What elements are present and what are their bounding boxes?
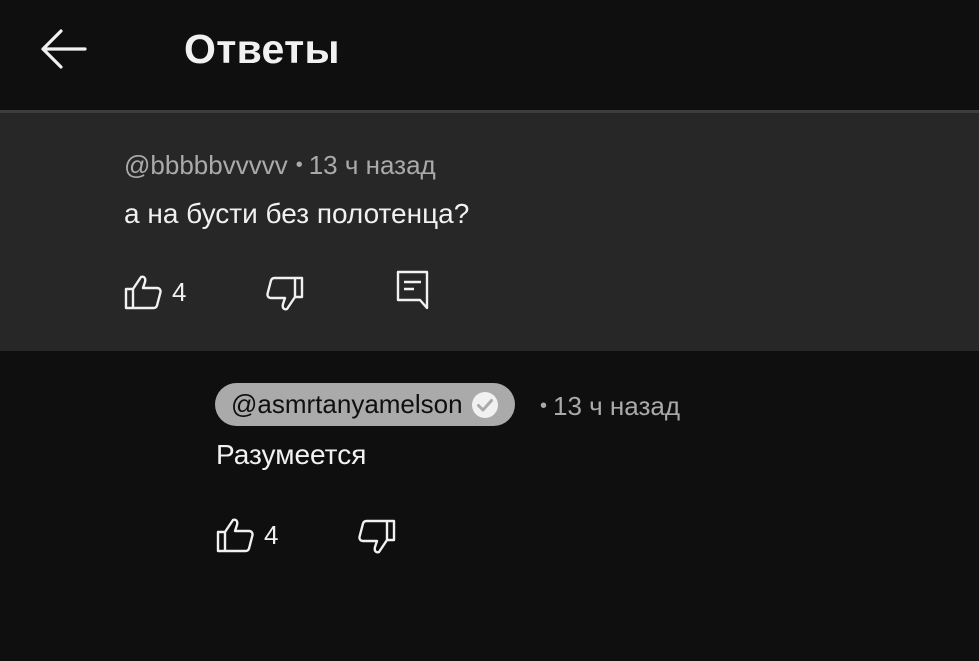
meta-separator: • <box>540 395 548 417</box>
reply-icon <box>396 270 429 310</box>
comment-time: 13 ч назад <box>308 150 436 180</box>
comment-text: а на бусти без полотенца? <box>124 198 470 229</box>
reply-text: Разумеется <box>216 439 367 470</box>
arrow-left-icon <box>41 29 87 69</box>
thumb-down-icon <box>266 276 304 311</box>
thumb-up-icon <box>124 275 162 310</box>
verified-check-icon <box>471 391 498 418</box>
page-title: Ответы <box>184 26 340 72</box>
comment-author[interactable]: @bbbbbvvvvv <box>124 150 288 180</box>
reply-like-button[interactable]: 4 <box>216 517 278 553</box>
reply-meta: • 13 ч назад <box>540 391 680 422</box>
thumb-down-icon <box>358 519 396 554</box>
reply-author: @asmrtanyamelson <box>231 389 463 419</box>
replies-page: Ответы @bbbbbvvvvv • 13 ч назад а на бусти… <box>0 0 979 661</box>
reply-button[interactable] <box>396 270 430 310</box>
dislike-button[interactable] <box>266 276 304 312</box>
comment-meta: @bbbbbvvvvv • 13 ч назад <box>124 150 436 181</box>
header: Ответы <box>0 0 979 110</box>
reply-like-count: 4 <box>264 519 279 550</box>
like-button[interactable]: 4 <box>124 274 186 310</box>
thumb-up-icon <box>216 518 254 553</box>
meta-separator: • <box>295 154 303 176</box>
back-button[interactable] <box>36 22 90 76</box>
parent-comment: @bbbbbvvvvv • 13 ч назад а на бусти без по… <box>0 113 979 351</box>
reply-dislike-button[interactable] <box>358 519 396 555</box>
reply-time: 13 ч назад <box>553 391 681 421</box>
reply-author-chip[interactable]: @asmrtanyamelson <box>215 383 515 426</box>
like-count: 4 <box>172 276 187 307</box>
